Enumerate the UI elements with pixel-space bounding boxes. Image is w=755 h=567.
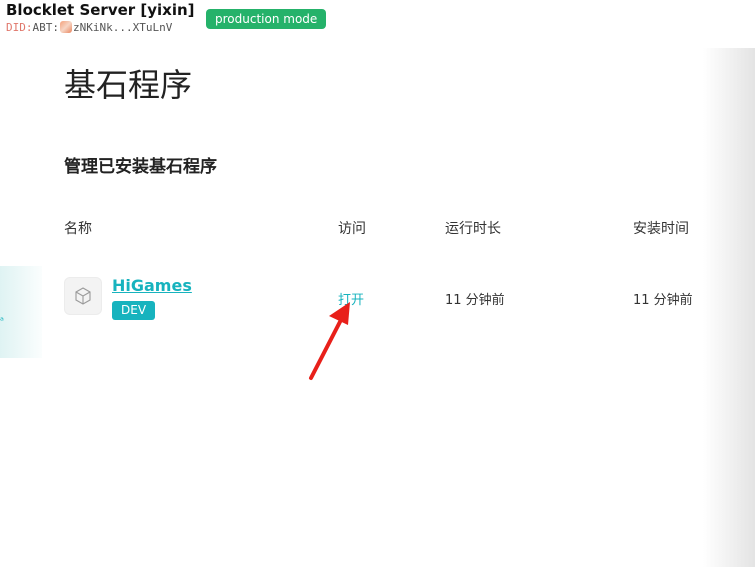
column-installed-header: 安装时间 xyxy=(633,221,689,237)
app-name-link[interactable]: HiGames xyxy=(112,276,192,295)
blocklet-cube-icon xyxy=(64,277,102,315)
drawer-shadow xyxy=(703,48,755,567)
did-address[interactable]: DID:ABT: zNKiNk...XTuLnV xyxy=(6,21,172,34)
did-type: ABT: xyxy=(32,21,60,34)
red-pointer-arrow xyxy=(309,302,350,380)
column-access-header: 访问 xyxy=(338,221,366,237)
did-avatar-icon xyxy=(60,21,72,33)
server-title: Blocklet Server [yixin] xyxy=(6,1,195,19)
table-row: HiGames DEV 打开 11 分钟前 11 分钟前 xyxy=(0,270,720,330)
did-value: zNKiNk...XTuLnV xyxy=(73,21,173,34)
installed-time-value: 11 分钟前 xyxy=(633,293,693,308)
did-prefix: DID: xyxy=(6,21,33,34)
section-title: 管理已安装基石程序 xyxy=(64,157,217,177)
production-mode-badge: production mode xyxy=(206,9,327,29)
uptime-value: 11 分钟前 xyxy=(445,293,505,308)
column-name-header: 名称 xyxy=(64,221,92,237)
page-title: 基石程序 xyxy=(64,66,193,104)
dev-badge: DEV xyxy=(112,301,156,320)
column-uptime-header: 运行时长 xyxy=(445,221,501,237)
server-header: Blocklet Server [yixin] production mode … xyxy=(4,0,724,40)
